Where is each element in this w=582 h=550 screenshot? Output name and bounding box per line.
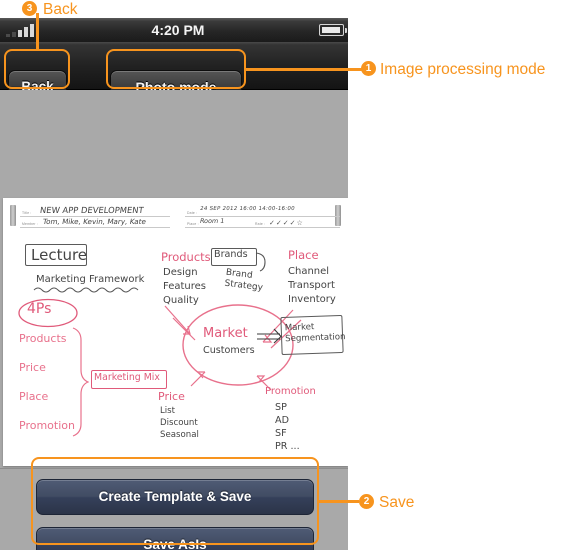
status-bar: 4:20 PM [0, 18, 356, 42]
products-item-1: Features [163, 281, 206, 292]
field-label-title: Title : [22, 211, 32, 215]
captured-whiteboard-image[interactable]: Title : Member : Date : Place : Rate : N… [3, 198, 355, 466]
group-4ps-text: 4Ps [27, 301, 52, 317]
field-label-date: Date : [187, 211, 198, 215]
underline-squiggle-icon [33, 287, 139, 293]
annotation-label-3: Back [43, 1, 78, 18]
lecture-box-text: Lecture [31, 246, 88, 264]
field-label-place: Place : [187, 222, 199, 226]
phone-right-edge [348, 18, 356, 550]
promotion-item-2: SF [275, 428, 287, 439]
annotation-badge-3: 3 [22, 1, 37, 16]
place-heading: Place [288, 248, 319, 262]
four-ps-item-0: Products [19, 332, 67, 345]
place-item-1: Transport [288, 280, 335, 291]
price-item-0: List [160, 406, 176, 416]
field-label-rate: Rate : [255, 222, 266, 226]
four-ps-item-3: Promotion [19, 419, 75, 432]
products-item-0: Design [163, 267, 198, 278]
brands-connector-icon [255, 252, 266, 272]
save-as-is-button[interactable]: Save AsIs [36, 527, 314, 550]
price-item-2: Seasonal [160, 430, 199, 440]
promotion-item-1: AD [275, 415, 289, 426]
rating-stars-icon: ✓✓✓✓☆ [269, 220, 304, 227]
field-value-title: NEW APP DEVELOPMENT [39, 205, 145, 215]
promotion-item-0: SP [275, 402, 287, 413]
annotation-label-2: Save [379, 494, 415, 511]
products-heading: Products [161, 250, 211, 264]
annotation-label-1: Image processing mode [380, 61, 546, 78]
field-value-date: 24 SEP 2012 16:00 14:00-16:00 [199, 206, 296, 212]
field-label-member: Member : [22, 222, 38, 226]
four-ps-item-2: Place [19, 390, 49, 403]
battery-icon [319, 24, 347, 36]
phone-screen: 4:20 PM Back Photo mode Title : Member :… [0, 18, 356, 550]
segmentation-box-text: Market Segmentation !! [284, 322, 356, 345]
annotation-badge-2: 2 [359, 494, 374, 509]
brands-box-text: Brands [214, 249, 248, 260]
create-template-and-save-button[interactable]: Create Template & Save [36, 479, 314, 515]
promotion-item-3: PR ... [275, 441, 300, 452]
price-heading: Price [158, 390, 185, 403]
subtitle-text: Marketing Framework [36, 274, 145, 285]
field-value-place: Room 1 [199, 217, 226, 225]
promotion-heading: Promotion [265, 386, 316, 397]
four-ps-item-1: Price [19, 361, 46, 374]
double-arrow-icon [257, 328, 282, 344]
place-item-0: Channel [288, 266, 330, 277]
annotation-badge-1: 1 [361, 61, 376, 76]
status-bar-clock: 4:20 PM [151, 22, 205, 38]
image-preview-area[interactable]: Title : Member : Date : Place : Rate : N… [0, 90, 356, 468]
brace-icon [72, 327, 89, 437]
binder-clip-left-icon [10, 205, 16, 226]
price-item-1: Discount [160, 418, 198, 428]
field-value-member: Tom, Mike, Kevin, Mary, Kate [42, 217, 147, 226]
